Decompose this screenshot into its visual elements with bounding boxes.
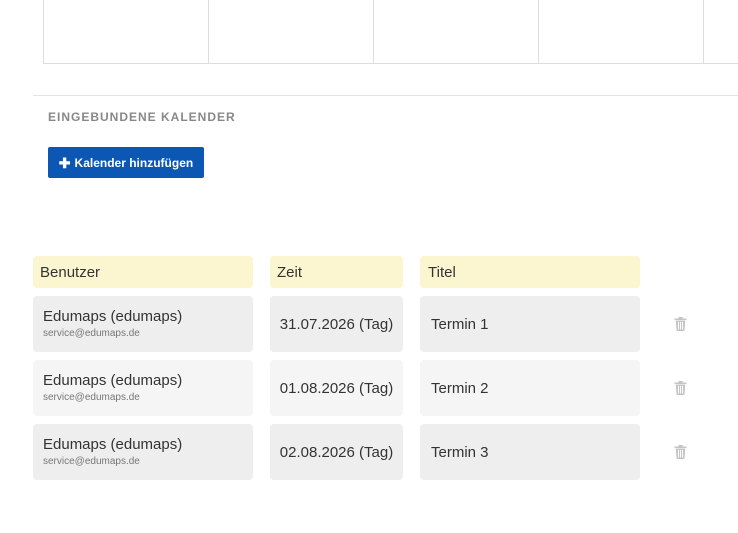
table-row-title-cell: Termin 1: [420, 296, 640, 352]
calendar-cell[interactable]: [539, 0, 704, 63]
column-header-time: Zeit: [270, 256, 403, 288]
trash-icon[interactable]: [674, 317, 687, 331]
calendar-grid: [43, 0, 738, 64]
table-row-user-cell: Edumaps (edumaps) service@edumaps.de: [33, 296, 253, 352]
calendar-cell[interactable]: [704, 0, 738, 63]
column-header-title: Titel: [420, 256, 640, 288]
user-name: Edumaps (edumaps): [43, 372, 183, 389]
user-email: service@edumaps.de: [43, 392, 140, 403]
table-row-time-cell: 31.07.2026 (Tag): [270, 296, 403, 352]
table-row-user-cell: Edumaps (edumaps) service@edumaps.de: [33, 360, 253, 416]
section-divider: [33, 95, 738, 96]
table-row-user-cell: Edumaps (edumaps) service@edumaps.de: [33, 424, 253, 480]
table-row-title-cell: Termin 2: [420, 360, 640, 416]
page: EINGEBUNDENE KALENDER ✚ Kalender hinzufü…: [0, 0, 738, 533]
trash-icon[interactable]: [674, 445, 687, 459]
add-calendar-button[interactable]: ✚ Kalender hinzufügen: [48, 147, 204, 178]
calendar-cell[interactable]: [374, 0, 539, 63]
calendar-cell[interactable]: [44, 0, 209, 63]
trash-icon[interactable]: [674, 381, 687, 395]
section-title: EINGEBUNDENE KALENDER: [48, 110, 236, 124]
table-row-time-cell: 01.08.2026 (Tag): [270, 360, 403, 416]
user-name: Edumaps (edumaps): [43, 436, 183, 453]
add-calendar-label: Kalender hinzufügen: [74, 155, 194, 170]
calendar-cell[interactable]: [209, 0, 374, 63]
table-row-title-cell: Termin 3: [420, 424, 640, 480]
user-email: service@edumaps.de: [43, 456, 140, 467]
user-email: service@edumaps.de: [43, 328, 140, 339]
table-row-time-cell: 02.08.2026 (Tag): [270, 424, 403, 480]
user-name: Edumaps (edumaps): [43, 308, 183, 325]
column-header-user: Benutzer: [33, 256, 253, 288]
plus-icon: ✚: [58, 154, 71, 171]
